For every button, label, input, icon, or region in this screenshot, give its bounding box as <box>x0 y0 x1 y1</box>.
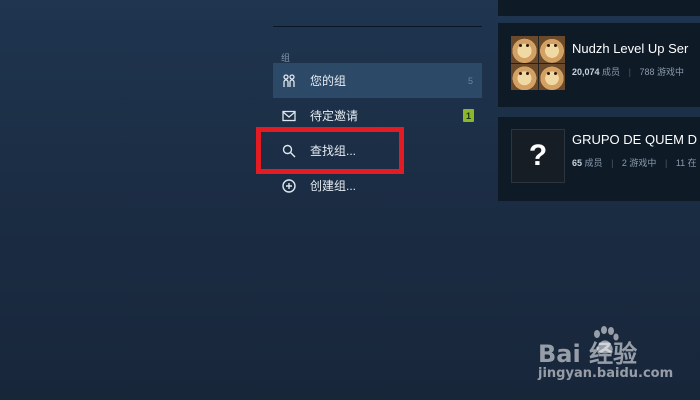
group-card[interactable]: Nudzh Level Up Ser 20,074 成员 | 788 游戏中 <box>498 23 700 107</box>
group-avatar: ? <box>511 129 565 183</box>
group-card-partial <box>498 0 700 16</box>
ingame-count: 788 游戏中 <box>639 67 684 77</box>
divider <box>273 26 482 27</box>
group-count: 5 <box>467 75 473 86</box>
group-avatar <box>511 36 565 90</box>
invite-badge: 1 <box>463 109 474 122</box>
group-name[interactable]: Nudzh Level Up Ser <box>572 41 688 56</box>
doge-avatar-tile <box>511 63 538 90</box>
nav-item-label: 创建组... <box>310 179 357 193</box>
doge-avatar-tile <box>511 36 538 63</box>
online-count: 11 在 <box>675 158 697 168</box>
doge-avatar-tile <box>538 36 565 63</box>
group-meta: 20,074 成员 | 788 游戏中 <box>572 65 684 78</box>
nav-item-label: 您的组 <box>310 74 347 88</box>
group-name[interactable]: GRUPO DE QUEM D <box>572 132 697 147</box>
plus-circle-icon <box>281 178 297 194</box>
ingame-count: 2 游戏中 <box>621 158 657 168</box>
member-count: 65 <box>572 158 583 168</box>
group-card[interactable]: ? GRUPO DE QUEM D 65 成员 | 2 游戏中 | 11 在 <box>498 117 700 201</box>
watermark-url: jingyan.baidu.com <box>538 366 674 381</box>
separator: | <box>628 67 631 77</box>
baidu-watermark: Bai 经验 jingyan.baidu.com <box>538 322 698 392</box>
separator: | <box>611 158 614 168</box>
highlight-annotation-box <box>256 127 404 174</box>
mail-icon <box>281 108 297 124</box>
nav-item-label: 待定邀请 <box>310 109 359 123</box>
separator: | <box>664 158 668 168</box>
doge-avatar-tile <box>538 63 565 90</box>
member-label: 成员 <box>584 158 603 168</box>
nav-item-your-groups[interactable]: 您的组 5 <box>273 63 482 98</box>
group-meta: 65 成员 | 2 游戏中 | 11 在 <box>572 156 697 169</box>
users-icon <box>281 73 297 89</box>
member-label: 成员 <box>602 67 621 77</box>
member-count: 20,074 <box>572 67 600 77</box>
baidu-paw-icon <box>594 326 619 354</box>
